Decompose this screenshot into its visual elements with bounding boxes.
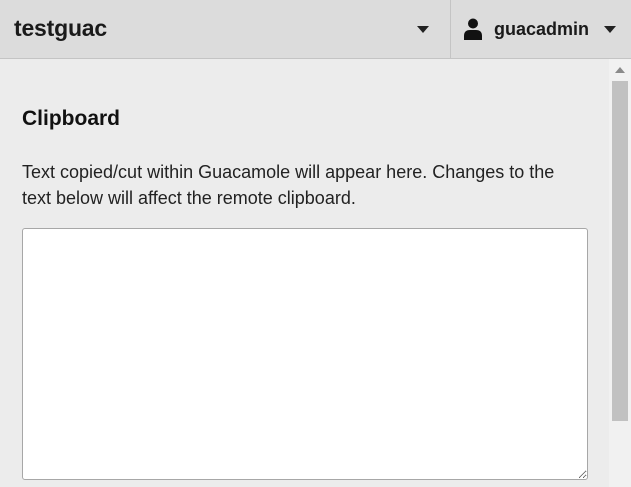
clipboard-heading: Clipboard [22, 107, 120, 130]
chevron-down-icon[interactable] [417, 26, 429, 33]
scrollbar-thumb[interactable] [612, 81, 628, 421]
clipboard-textarea[interactable] [22, 228, 588, 480]
username-label: guacadmin [494, 19, 590, 39]
connection-menu[interactable]: testguac [0, 0, 450, 58]
user-icon [464, 18, 482, 40]
chevron-down-icon[interactable] [604, 26, 616, 33]
vertical-scrollbar[interactable] [609, 59, 631, 487]
scroll-up-arrow-icon[interactable] [615, 67, 625, 73]
guacamole-menu-panel: testguac guacadmin Clipboard Text copied… [0, 0, 631, 487]
clipboard-section: Clipboard Text copied/cut within Guacamo… [0, 59, 609, 487]
clipboard-description: Text copied/cut within Guacamole will ap… [22, 162, 555, 208]
user-menu[interactable]: guacadmin [450, 0, 631, 58]
connection-title: testguac [14, 15, 107, 41]
menu-header: testguac guacadmin [0, 0, 631, 59]
